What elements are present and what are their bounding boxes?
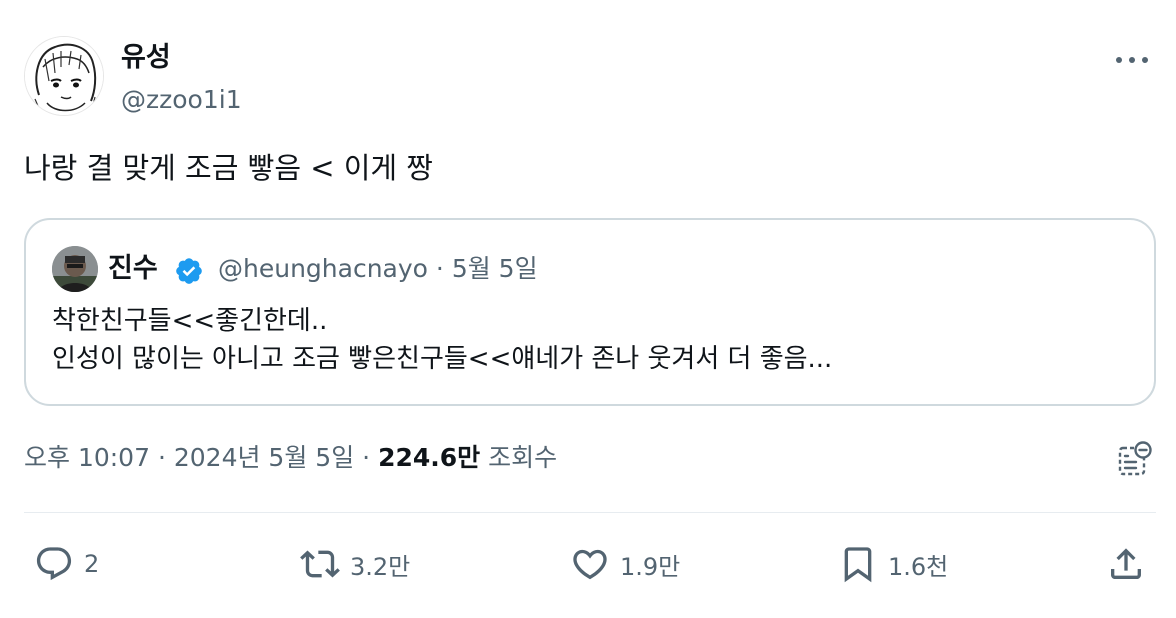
retweet-count: 3.2만 [350, 552, 411, 581]
more-icon[interactable] [1112, 50, 1152, 70]
tweet-date[interactable]: 2024년 5월 5일 [174, 443, 354, 472]
verified-badge-icon [176, 258, 202, 284]
reply-count: 2 [84, 550, 100, 578]
retweet-icon [300, 550, 340, 578]
author-avatar[interactable] [24, 36, 104, 116]
quoted-tweet-text-line: 인성이 많이는 아니고 조금 빻은친구들<<얘네가 존나 웃겨서 더 좋음... [52, 344, 833, 374]
retweet-button[interactable]: 3.2만 [300, 540, 410, 588]
analytics-icon[interactable] [1114, 440, 1154, 480]
bookmark-button[interactable]: 1.6천 [838, 540, 948, 588]
bookmark-icon [844, 547, 872, 583]
quoted-author-handle[interactable]: @heunghacnayo [218, 254, 428, 283]
tweet-time[interactable]: 오후 10:07 [24, 443, 150, 472]
quoted-tweet-meta: @heunghacnayo · 5월 5일 [218, 251, 538, 287]
meta-separator: · [362, 443, 371, 472]
views-label: 조회수 [488, 443, 558, 472]
reply-icon [36, 547, 72, 581]
author-display-name[interactable]: 유성 [121, 40, 171, 76]
share-button[interactable] [1106, 540, 1146, 588]
quoted-author-name[interactable]: 진수 [108, 251, 158, 287]
views-count: 224.6만 [378, 443, 481, 472]
quoted-tweet-date[interactable]: 5월 5일 [452, 254, 538, 283]
author-handle[interactable]: @zzoo1i1 [121, 84, 242, 116]
quoted-tweet-text-line: 착한친구들<<좋긴한데.. [52, 306, 328, 336]
meta-separator: · [157, 443, 166, 472]
tweet-meta-row: 오후 10:07 · 2024년 5월 5일 · 224.6만 조회수 [24, 440, 557, 476]
reply-button[interactable]: 2 [34, 540, 99, 588]
quoted-tweet-card[interactable]: 진수 @heunghacnayo · 5월 5일 착한친구들<<좋긴한데.. 인… [24, 218, 1156, 406]
share-icon [1111, 548, 1141, 579]
divider [24, 512, 1156, 513]
quoted-author-avatar[interactable] [52, 246, 98, 292]
meta-separator: · [435, 254, 444, 283]
bookmark-count: 1.6천 [888, 552, 949, 581]
action-bar: 2 3.2만 1.9만 1.6천 [0, 540, 1176, 590]
like-icon [573, 549, 607, 580]
like-count: 1.9만 [620, 552, 681, 581]
tweet-text: 나랑 결 맞게 조금 빻음 < 이게 짱 [24, 151, 433, 185]
tweet-header: 유성 @zzoo1i1 [24, 36, 1152, 120]
like-button[interactable]: 1.9만 [570, 540, 680, 588]
